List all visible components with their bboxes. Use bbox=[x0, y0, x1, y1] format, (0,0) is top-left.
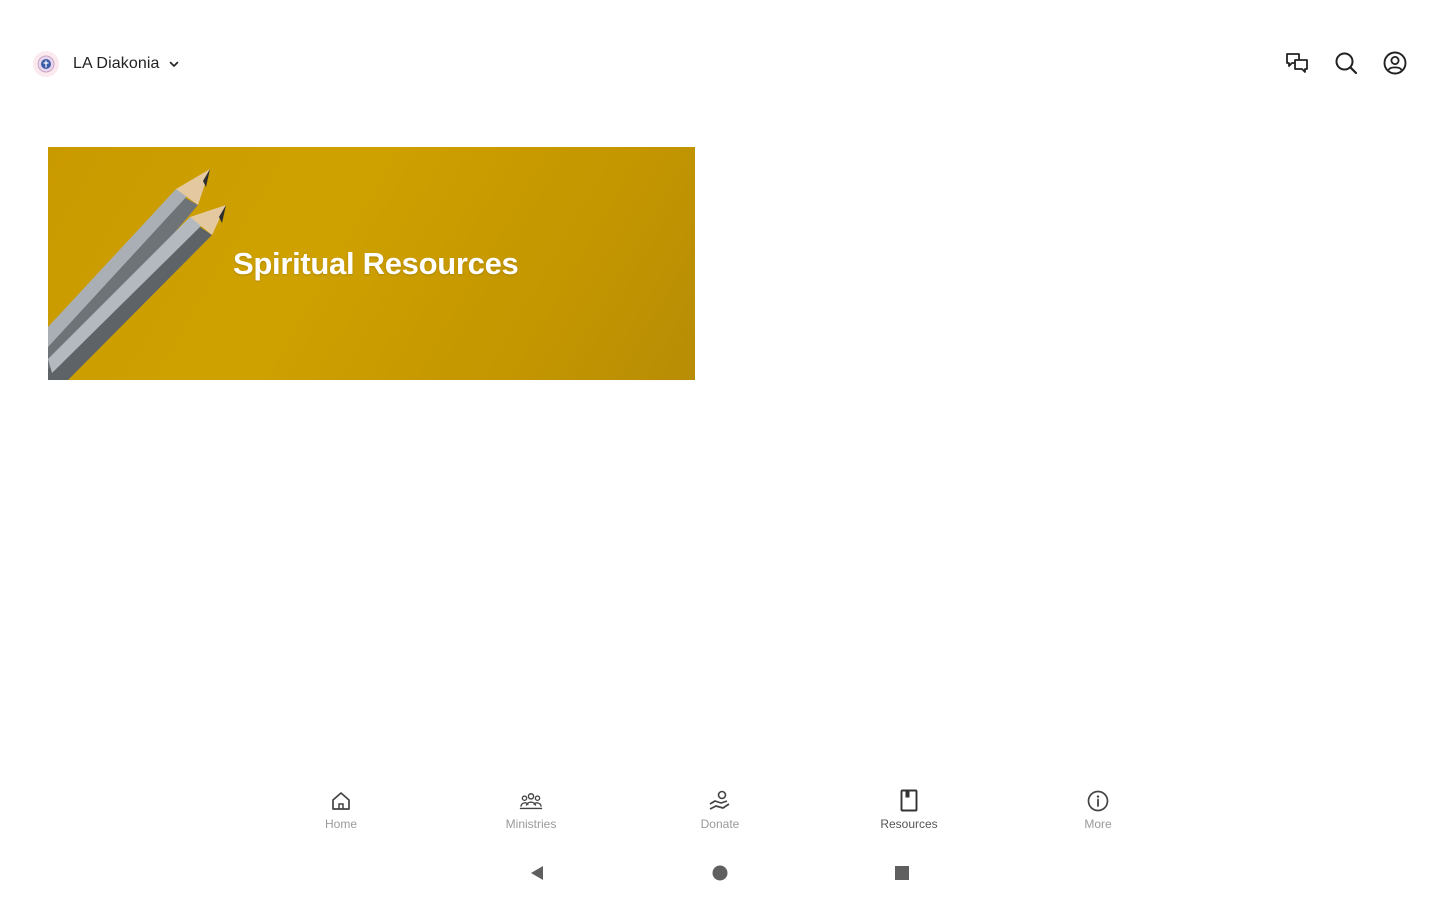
info-circle-icon bbox=[1085, 788, 1111, 814]
nav-item-resources[interactable]: Resources bbox=[854, 788, 964, 844]
nav-item-home[interactable]: Home bbox=[286, 788, 396, 844]
org-name: LA Diakonia bbox=[73, 55, 160, 72]
recents-square-icon bbox=[893, 864, 911, 887]
system-home-button[interactable] bbox=[709, 864, 731, 886]
system-back-button[interactable] bbox=[526, 864, 548, 886]
spiritual-resources-banner[interactable]: Spiritual Resources bbox=[48, 147, 695, 380]
church-seal-icon bbox=[33, 51, 59, 77]
chat-bubbles-icon bbox=[1284, 50, 1310, 81]
search-icon bbox=[1333, 50, 1359, 81]
nav-label-ministries: Ministries bbox=[505, 817, 557, 831]
hand-giving-icon bbox=[707, 788, 733, 814]
nav-label-more: More bbox=[1084, 817, 1112, 831]
nav-item-ministries[interactable]: Ministries bbox=[476, 788, 586, 844]
messages-button[interactable] bbox=[1282, 50, 1312, 80]
nav-label-donate: Donate bbox=[700, 817, 740, 831]
chevron-down-icon bbox=[168, 58, 180, 70]
home-icon bbox=[328, 788, 354, 814]
nav-item-donate[interactable]: Donate bbox=[665, 788, 775, 844]
account-circle-icon bbox=[1382, 50, 1408, 81]
header-actions bbox=[1263, 50, 1410, 80]
banner-title: Spiritual Resources bbox=[233, 246, 519, 281]
book-icon bbox=[896, 788, 922, 814]
nav-label-home: Home bbox=[324, 817, 357, 831]
people-group-icon bbox=[518, 788, 544, 814]
system-recents-button[interactable] bbox=[891, 864, 913, 886]
profile-button[interactable] bbox=[1380, 50, 1410, 80]
nav-label-resources: Resources bbox=[880, 817, 938, 831]
app-root: LA Diakonia Spiritual Resources Home Min… bbox=[0, 0, 1440, 900]
top-app-bar: LA Diakonia bbox=[0, 40, 1440, 88]
back-triangle-icon bbox=[528, 864, 546, 887]
home-circle-icon bbox=[711, 864, 729, 887]
bottom-navigation: Home Ministries Donate Resources More bbox=[0, 788, 1440, 844]
system-navigation-bar bbox=[0, 860, 1440, 888]
org-switcher[interactable]: LA Diakonia bbox=[33, 50, 180, 78]
nav-item-more[interactable]: More bbox=[1043, 788, 1153, 844]
search-button[interactable] bbox=[1331, 50, 1361, 80]
